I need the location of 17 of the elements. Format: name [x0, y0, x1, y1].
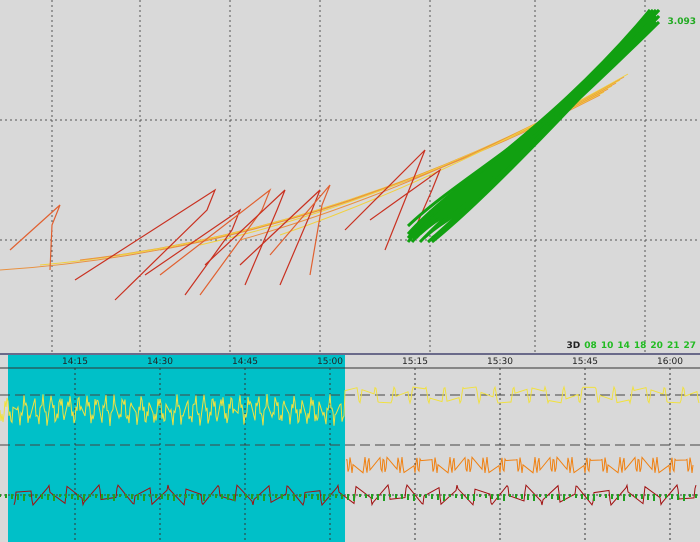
value-label: 3.093: [668, 17, 696, 27]
legend-item: 08: [584, 341, 597, 351]
legend-item: 18: [634, 341, 646, 351]
time-label: 15:00: [317, 357, 343, 367]
legend-item: 27: [683, 341, 696, 351]
legend-item: 10: [600, 341, 614, 351]
time-label: 14:15: [62, 357, 88, 367]
legend-item: 20: [650, 341, 663, 351]
time-label: 15:30: [487, 357, 513, 367]
time-label: 14:30: [147, 357, 173, 367]
time-label: 15:45: [572, 357, 598, 367]
time-label: 16:00: [657, 357, 683, 367]
time-label: 14:45: [232, 357, 258, 367]
legend-item: 21: [666, 341, 680, 351]
time-label: 15:15: [402, 357, 428, 367]
legend-prefix: 3D: [566, 341, 580, 351]
legend-item: 14: [617, 341, 630, 351]
